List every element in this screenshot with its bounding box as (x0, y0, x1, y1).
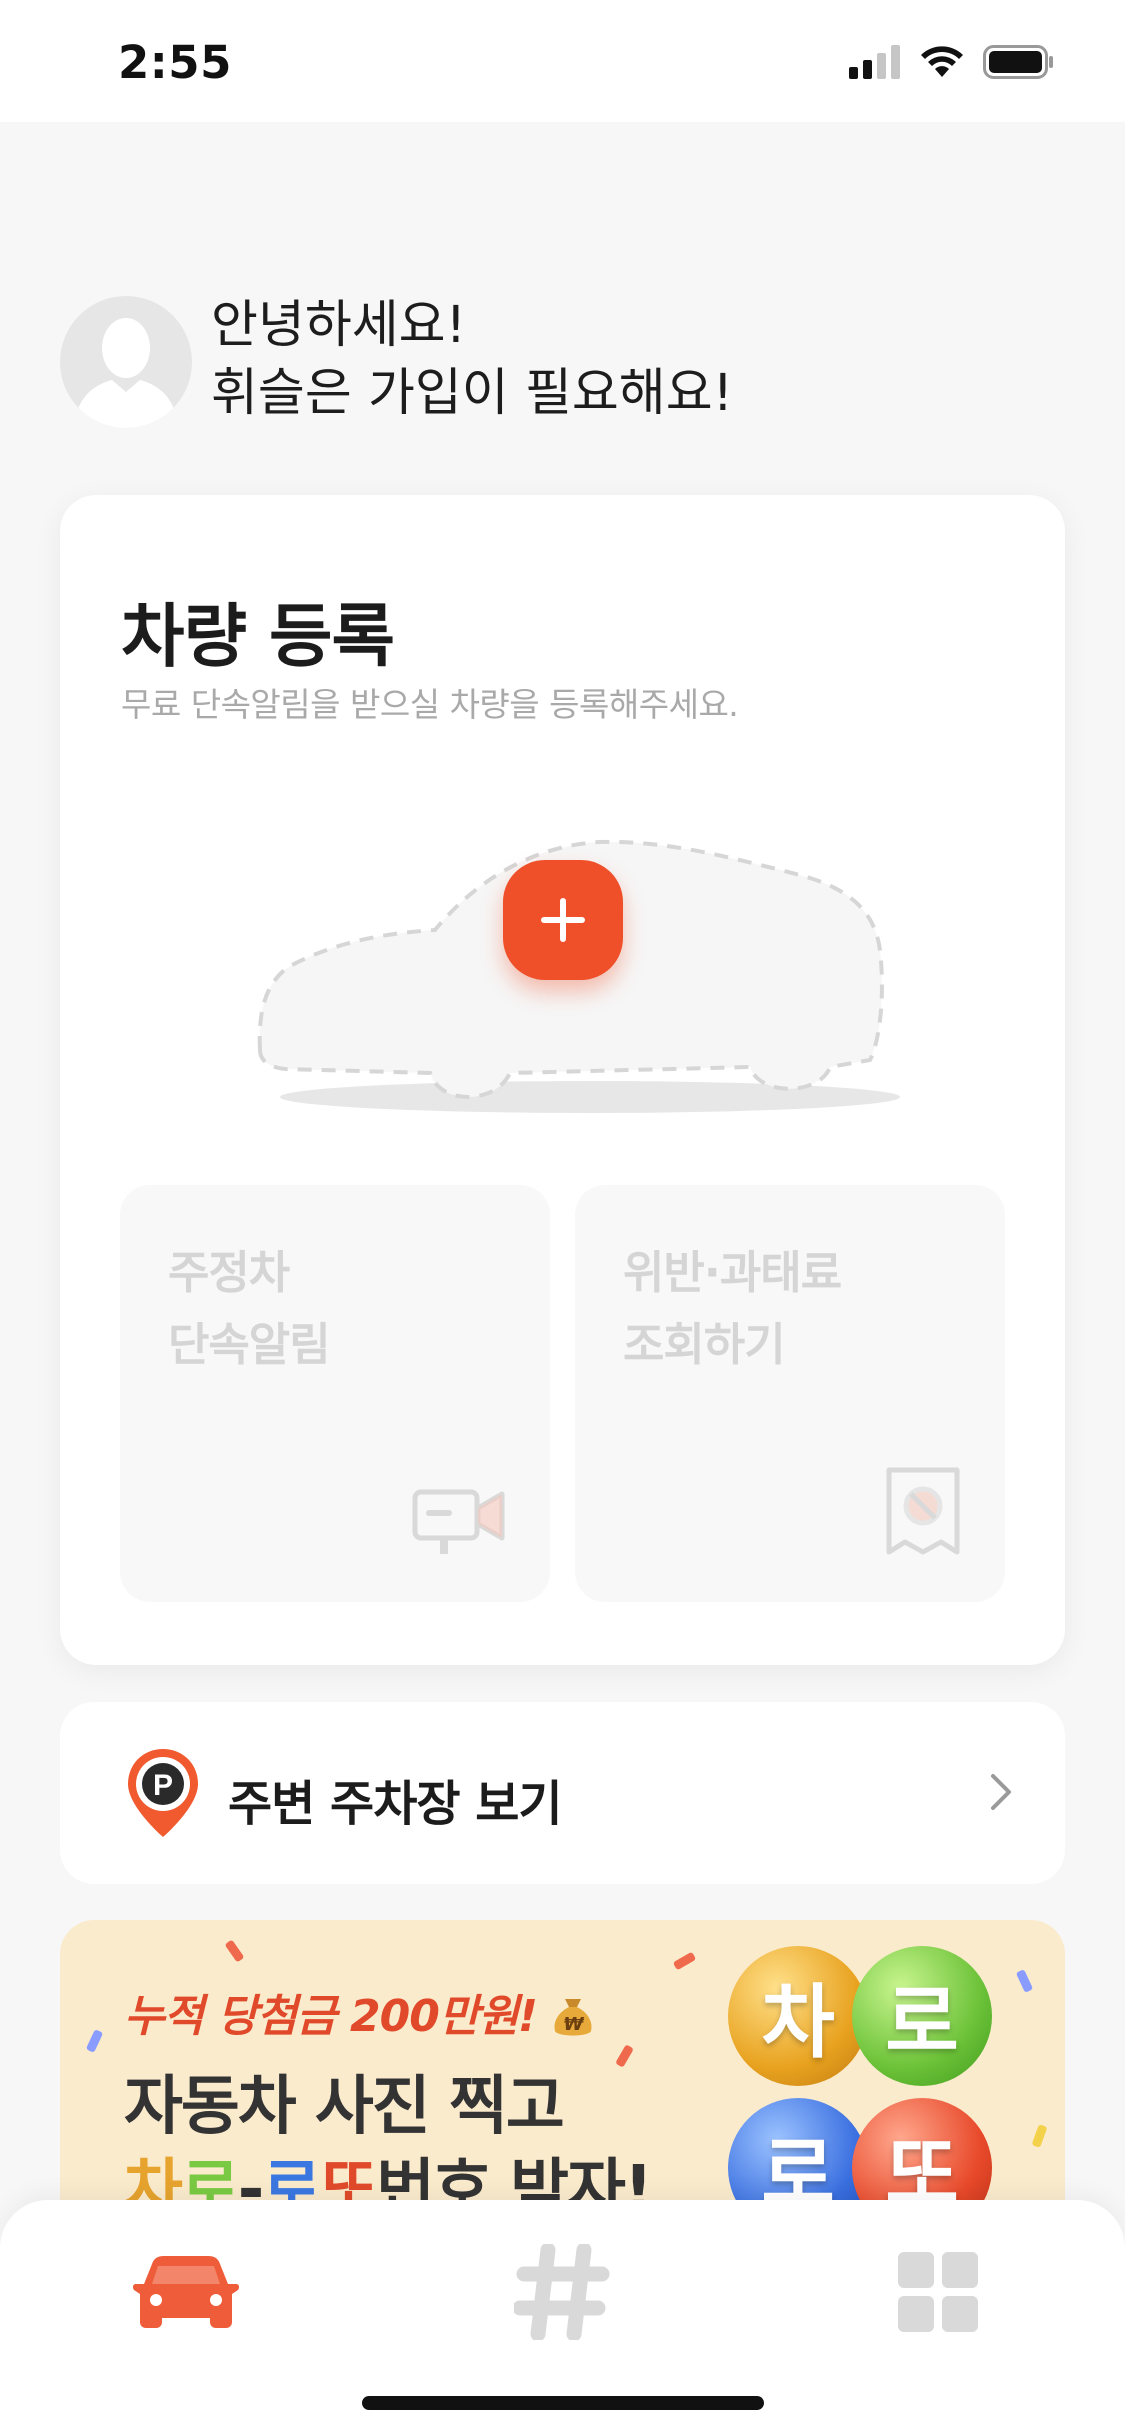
greeting: 안녕하세요! 휘슬은 가입이 필요해요! (211, 292, 733, 428)
chevron-right-icon (991, 1774, 1011, 1810)
greeting-line2: 휘슬은 가입이 필요해요! (211, 364, 734, 423)
vehicle-register-card: 차량 등록 무료 단속알림을 받으실 차량을 등록해주세요. 주정차 단속알림 … (60, 495, 1065, 1665)
parking-enforcement-alert-tile[interactable]: 주정차 단속알림 (120, 1185, 550, 1602)
lotto-ball: 로 (852, 1946, 992, 2086)
tab-grid[interactable] (868, 2232, 1008, 2352)
add-vehicle-button[interactable] (503, 860, 623, 980)
status-icons (849, 42, 1055, 82)
home-indicator[interactable] (362, 2396, 764, 2410)
status-bar: 2:55 (0, 0, 1125, 122)
avatar[interactable] (60, 296, 192, 428)
receipt-ban-icon (886, 1467, 960, 1555)
banner-headline: 자동차 사진 찍고 (124, 2070, 565, 2144)
money-bag-icon: ₩ (554, 1999, 592, 2036)
svg-text:₩: ₩ (564, 2014, 585, 2035)
plus-icon (541, 898, 585, 942)
video-camera-icon (412, 1489, 505, 1554)
wifi-icon (921, 46, 963, 77)
lotto-ball: 차 (728, 1946, 868, 2086)
tab-hashtag[interactable] (492, 2232, 632, 2352)
parking-label: 주변 주차장 보기 (228, 1776, 563, 1832)
card-subtitle: 무료 단속알림을 받으실 차량을 등록해주세요. (121, 685, 739, 724)
nearby-parking-row[interactable]: P 주변 주차장 보기 (60, 1702, 1065, 1884)
feature-label: 주정차 단속알림 (168, 1246, 331, 1371)
battery-icon (983, 45, 1053, 79)
violation-fine-lookup-tile[interactable]: 위반·과태료 조회하기 (575, 1185, 1005, 1602)
car-icon (132, 2256, 240, 2328)
cellular-signal-icon (849, 45, 900, 79)
card-title: 차량 등록 (121, 597, 395, 677)
parking-pin-icon: P (128, 1749, 198, 1837)
greeting-line1: 안녕하세요! (211, 296, 467, 355)
svg-text:P: P (153, 1769, 173, 1802)
tab-car[interactable] (116, 2232, 256, 2352)
banner-prize-text: 누적 당첨금 200만원! ₩ (124, 1980, 595, 2044)
default-user-icon (74, 318, 178, 428)
hashtag-icon (514, 2244, 610, 2340)
grid-icon (898, 2252, 978, 2332)
status-time: 2:55 (118, 36, 232, 89)
feature-label: 위반·과태료 조회하기 (623, 1246, 842, 1371)
